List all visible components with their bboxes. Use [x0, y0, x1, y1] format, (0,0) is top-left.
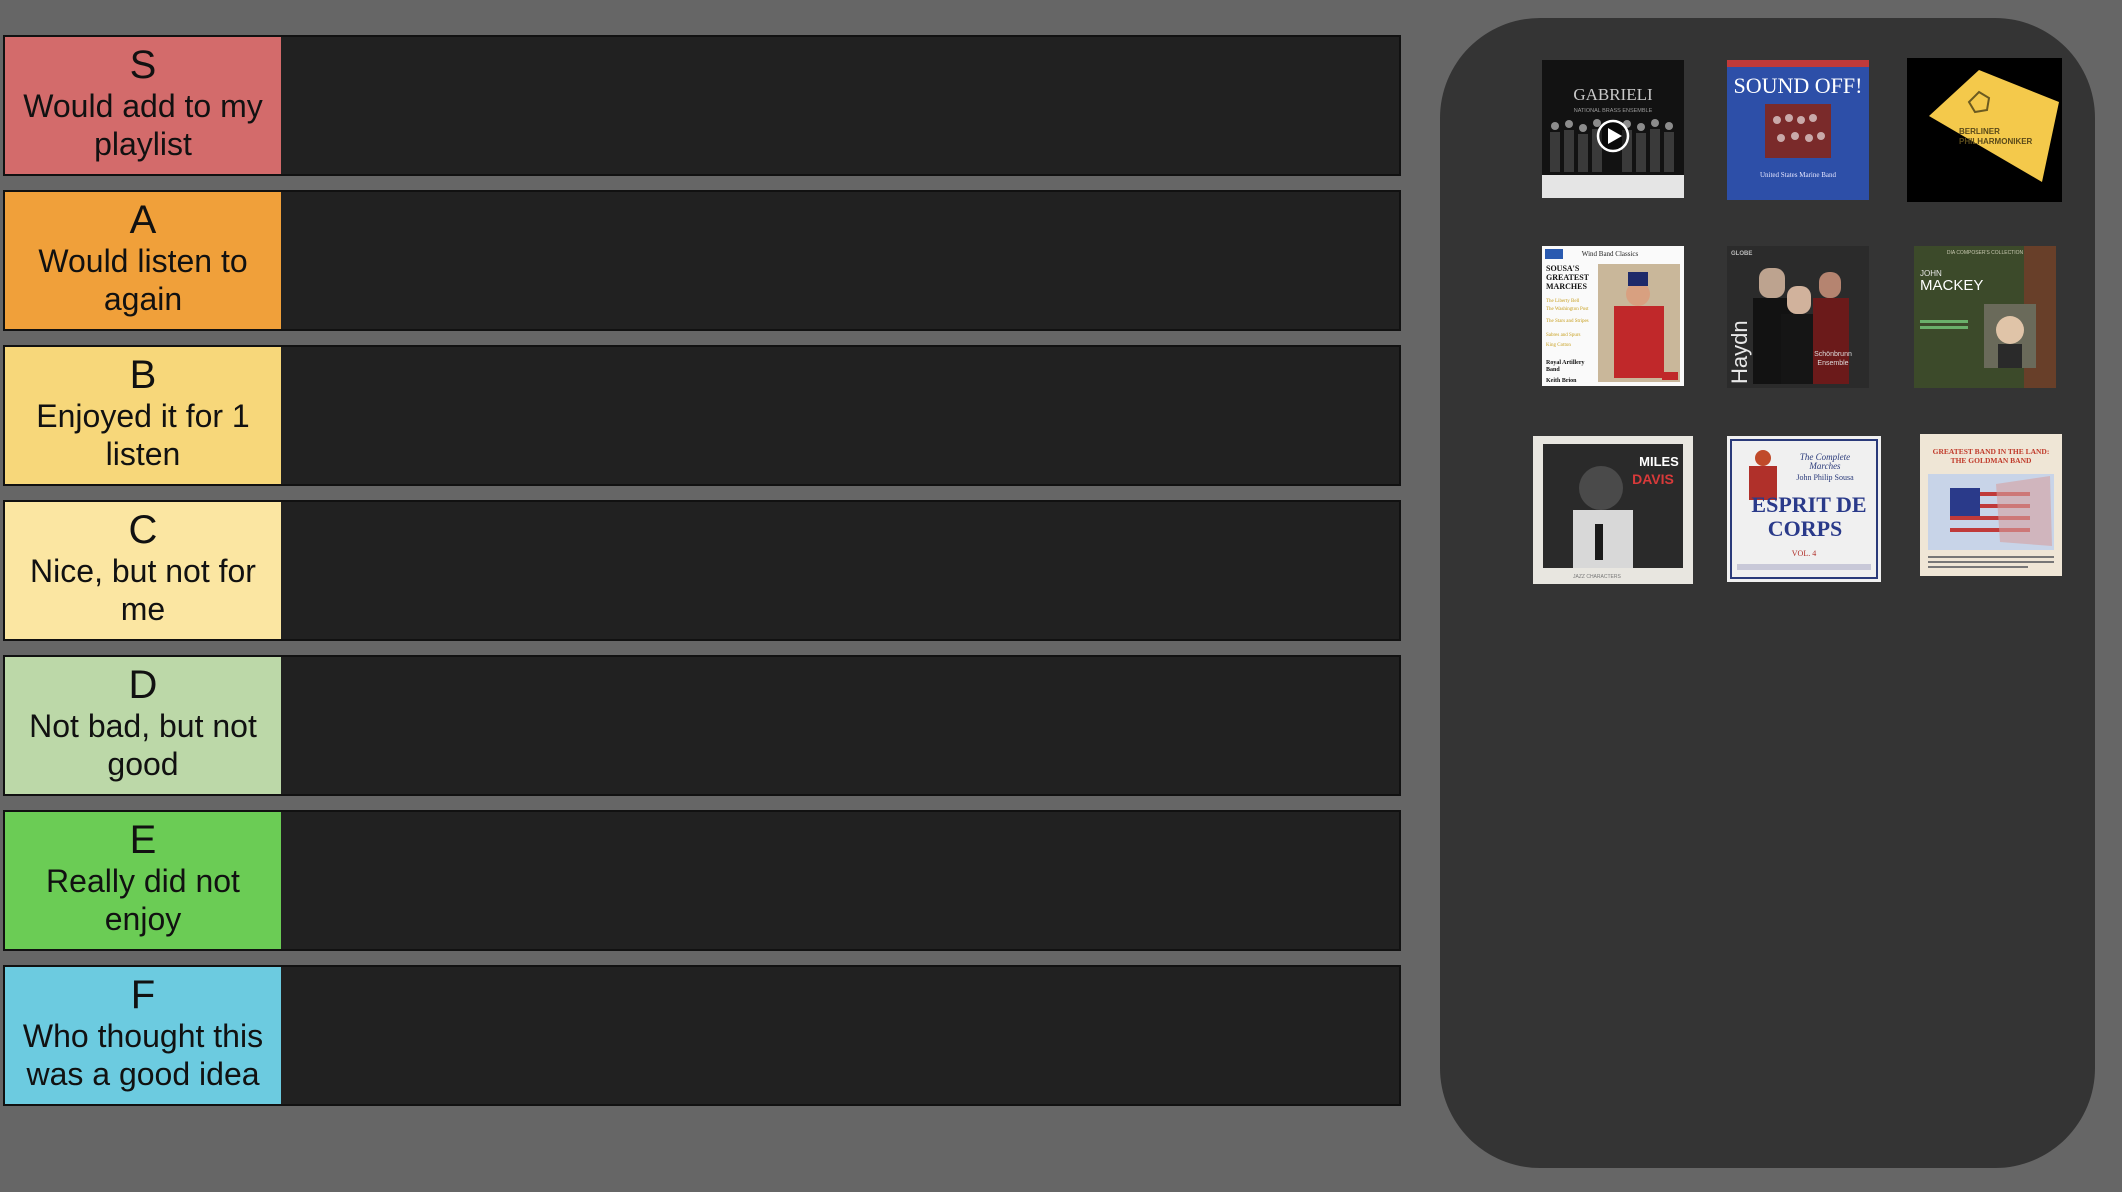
- svg-text:MACKEY: MACKEY: [1920, 277, 1983, 294]
- tier-letter: B: [129, 353, 157, 397]
- svg-text:Royal Artillery: Royal Artillery: [1546, 360, 1585, 366]
- svg-text:DIA COMPOSER'S COLLECTION: DIA COMPOSER'S COLLECTION: [1947, 250, 2024, 256]
- svg-text:Wind Band Classics: Wind Band Classics: [1582, 250, 1639, 258]
- tier-row-b: B Enjoyed it for 1 listen: [3, 345, 1401, 486]
- tier-description: Who thought this was a good idea: [22, 1018, 264, 1092]
- tier-label-e[interactable]: E Really did not enjoy: [5, 812, 281, 949]
- tier-row-s: S Would add to my playlist: [3, 35, 1401, 176]
- tier-row-d: D Not bad, but not good: [3, 655, 1401, 796]
- tier-row-a: A Would listen to again: [3, 190, 1401, 331]
- tier-letter: S: [129, 43, 157, 87]
- tier-letter: D: [128, 663, 158, 707]
- svg-text:NATIONAL BRASS ENSEMBLE: NATIONAL BRASS ENSEMBLE: [1574, 108, 1653, 114]
- svg-text:MILES: MILES: [1639, 454, 1679, 469]
- svg-text:GLOBE: GLOBE: [1731, 251, 1752, 257]
- tier-drop-zone-b[interactable]: [281, 347, 1399, 484]
- tier-label-c[interactable]: C Nice, but not for me: [5, 502, 281, 639]
- album-title: GABRIELI: [1573, 85, 1653, 104]
- tier-row-c: C Nice, but not for me: [3, 500, 1401, 641]
- svg-text:The Washington Post: The Washington Post: [1546, 307, 1589, 312]
- album-greatest-band-in-the-land[interactable]: GREATEST BAND IN THE LAND: THE GOLDMAN B…: [1920, 434, 2062, 576]
- svg-text:VOL. 4: VOL. 4: [1792, 549, 1816, 558]
- tier-letter: F: [130, 973, 156, 1017]
- tier-drop-zone-e[interactable]: [281, 812, 1399, 949]
- tier-label-b[interactable]: B Enjoyed it for 1 listen: [5, 347, 281, 484]
- svg-text:CORPS: CORPS: [1768, 516, 1843, 541]
- tier-row-f: F Who thought this was a good idea: [3, 965, 1401, 1106]
- svg-text:Sabres and Spurs: Sabres and Spurs: [1546, 333, 1580, 338]
- tier-label-f[interactable]: F Who thought this was a good idea: [5, 967, 281, 1104]
- svg-text:Band: Band: [1546, 367, 1560, 373]
- tier-letter: E: [129, 818, 157, 862]
- tier-drop-zone-d[interactable]: [281, 657, 1399, 794]
- svg-text:GREATEST BAND IN THE LAND:: GREATEST BAND IN THE LAND:: [1933, 447, 2050, 456]
- svg-text:The Liberty Bell: The Liberty Bell: [1546, 299, 1580, 304]
- tier-description: Would add to my playlist: [23, 88, 263, 162]
- album-sousas-greatest-marches[interactable]: Wind Band Classics SOUSA'S GREATEST MARCHE…: [1542, 246, 1684, 386]
- svg-text:SOUND OFF!: SOUND OFF!: [1734, 73, 1863, 98]
- tier-description: Really did not enjoy: [46, 863, 240, 937]
- svg-text:King Cotton: King Cotton: [1546, 343, 1571, 348]
- tier-description: Not bad, but not good: [29, 708, 257, 782]
- tier-description: Would listen to again: [38, 243, 248, 317]
- svg-text:DAVIS: DAVIS: [1632, 471, 1674, 487]
- tier-drop-zone-a[interactable]: [281, 192, 1399, 329]
- tier-row-e: E Really did not enjoy: [3, 810, 1401, 951]
- tier-label-a[interactable]: A Would listen to again: [5, 192, 281, 329]
- svg-text:Keith Brion: Keith Brion: [1546, 378, 1577, 384]
- svg-text:JAZZ CHARACTERS: JAZZ CHARACTERS: [1573, 574, 1621, 580]
- svg-text:United States Marine Band: United States Marine Band: [1760, 171, 1837, 179]
- tier-description: Nice, but not for me: [30, 553, 256, 627]
- album-haydn[interactable]: GLOBE Haydn Schönbrunn Ensemble: [1727, 246, 1869, 388]
- tier-drop-zone-s[interactable]: [281, 37, 1399, 174]
- album-gabrieli[interactable]: GABRIELI NATIONAL BRASS ENSEMBLE: [1542, 60, 1684, 198]
- play-icon: [1596, 119, 1630, 153]
- svg-text:Haydn: Haydn: [1727, 320, 1752, 384]
- tier-description: Enjoyed it for 1 listen: [36, 398, 250, 472]
- svg-text:Marches: Marches: [1808, 461, 1841, 471]
- unranked-pool[interactable]: GABRIELI NATIONAL BRASS ENSEMBLE SOUND O…: [1440, 18, 2095, 1168]
- tier-letter: A: [129, 198, 157, 242]
- tier-drop-zone-f[interactable]: [281, 967, 1399, 1104]
- tier-label-d[interactable]: D Not bad, but not good: [5, 657, 281, 794]
- tier-label-s[interactable]: S Would add to my playlist: [5, 37, 281, 174]
- album-john-mackey[interactable]: DIA COMPOSER'S COLLECTION JOHN MACKEY: [1914, 246, 2056, 388]
- album-esprit-de-corps[interactable]: The Complete Marches John Philip Sousa E…: [1727, 436, 1881, 582]
- album-sound-off[interactable]: SOUND OFF! United States Marine Band: [1727, 60, 1869, 200]
- tier-drop-zone-c[interactable]: [281, 502, 1399, 639]
- svg-text:THE GOLDMAN BAND: THE GOLDMAN BAND: [1951, 456, 2032, 465]
- svg-text:ESPRIT DE: ESPRIT DE: [1751, 492, 1866, 517]
- svg-text:The Stars and Stripes: The Stars and Stripes: [1546, 319, 1589, 324]
- album-berliner-philharmoniker[interactable]: BERLINER PHILHARMONIKER: [1907, 58, 2062, 202]
- tier-letter: C: [128, 508, 158, 552]
- svg-text:John Philip Sousa: John Philip Sousa: [1796, 473, 1854, 482]
- album-miles-davis[interactable]: MILES DAVIS JAZZ CHARACTERS: [1533, 436, 1693, 584]
